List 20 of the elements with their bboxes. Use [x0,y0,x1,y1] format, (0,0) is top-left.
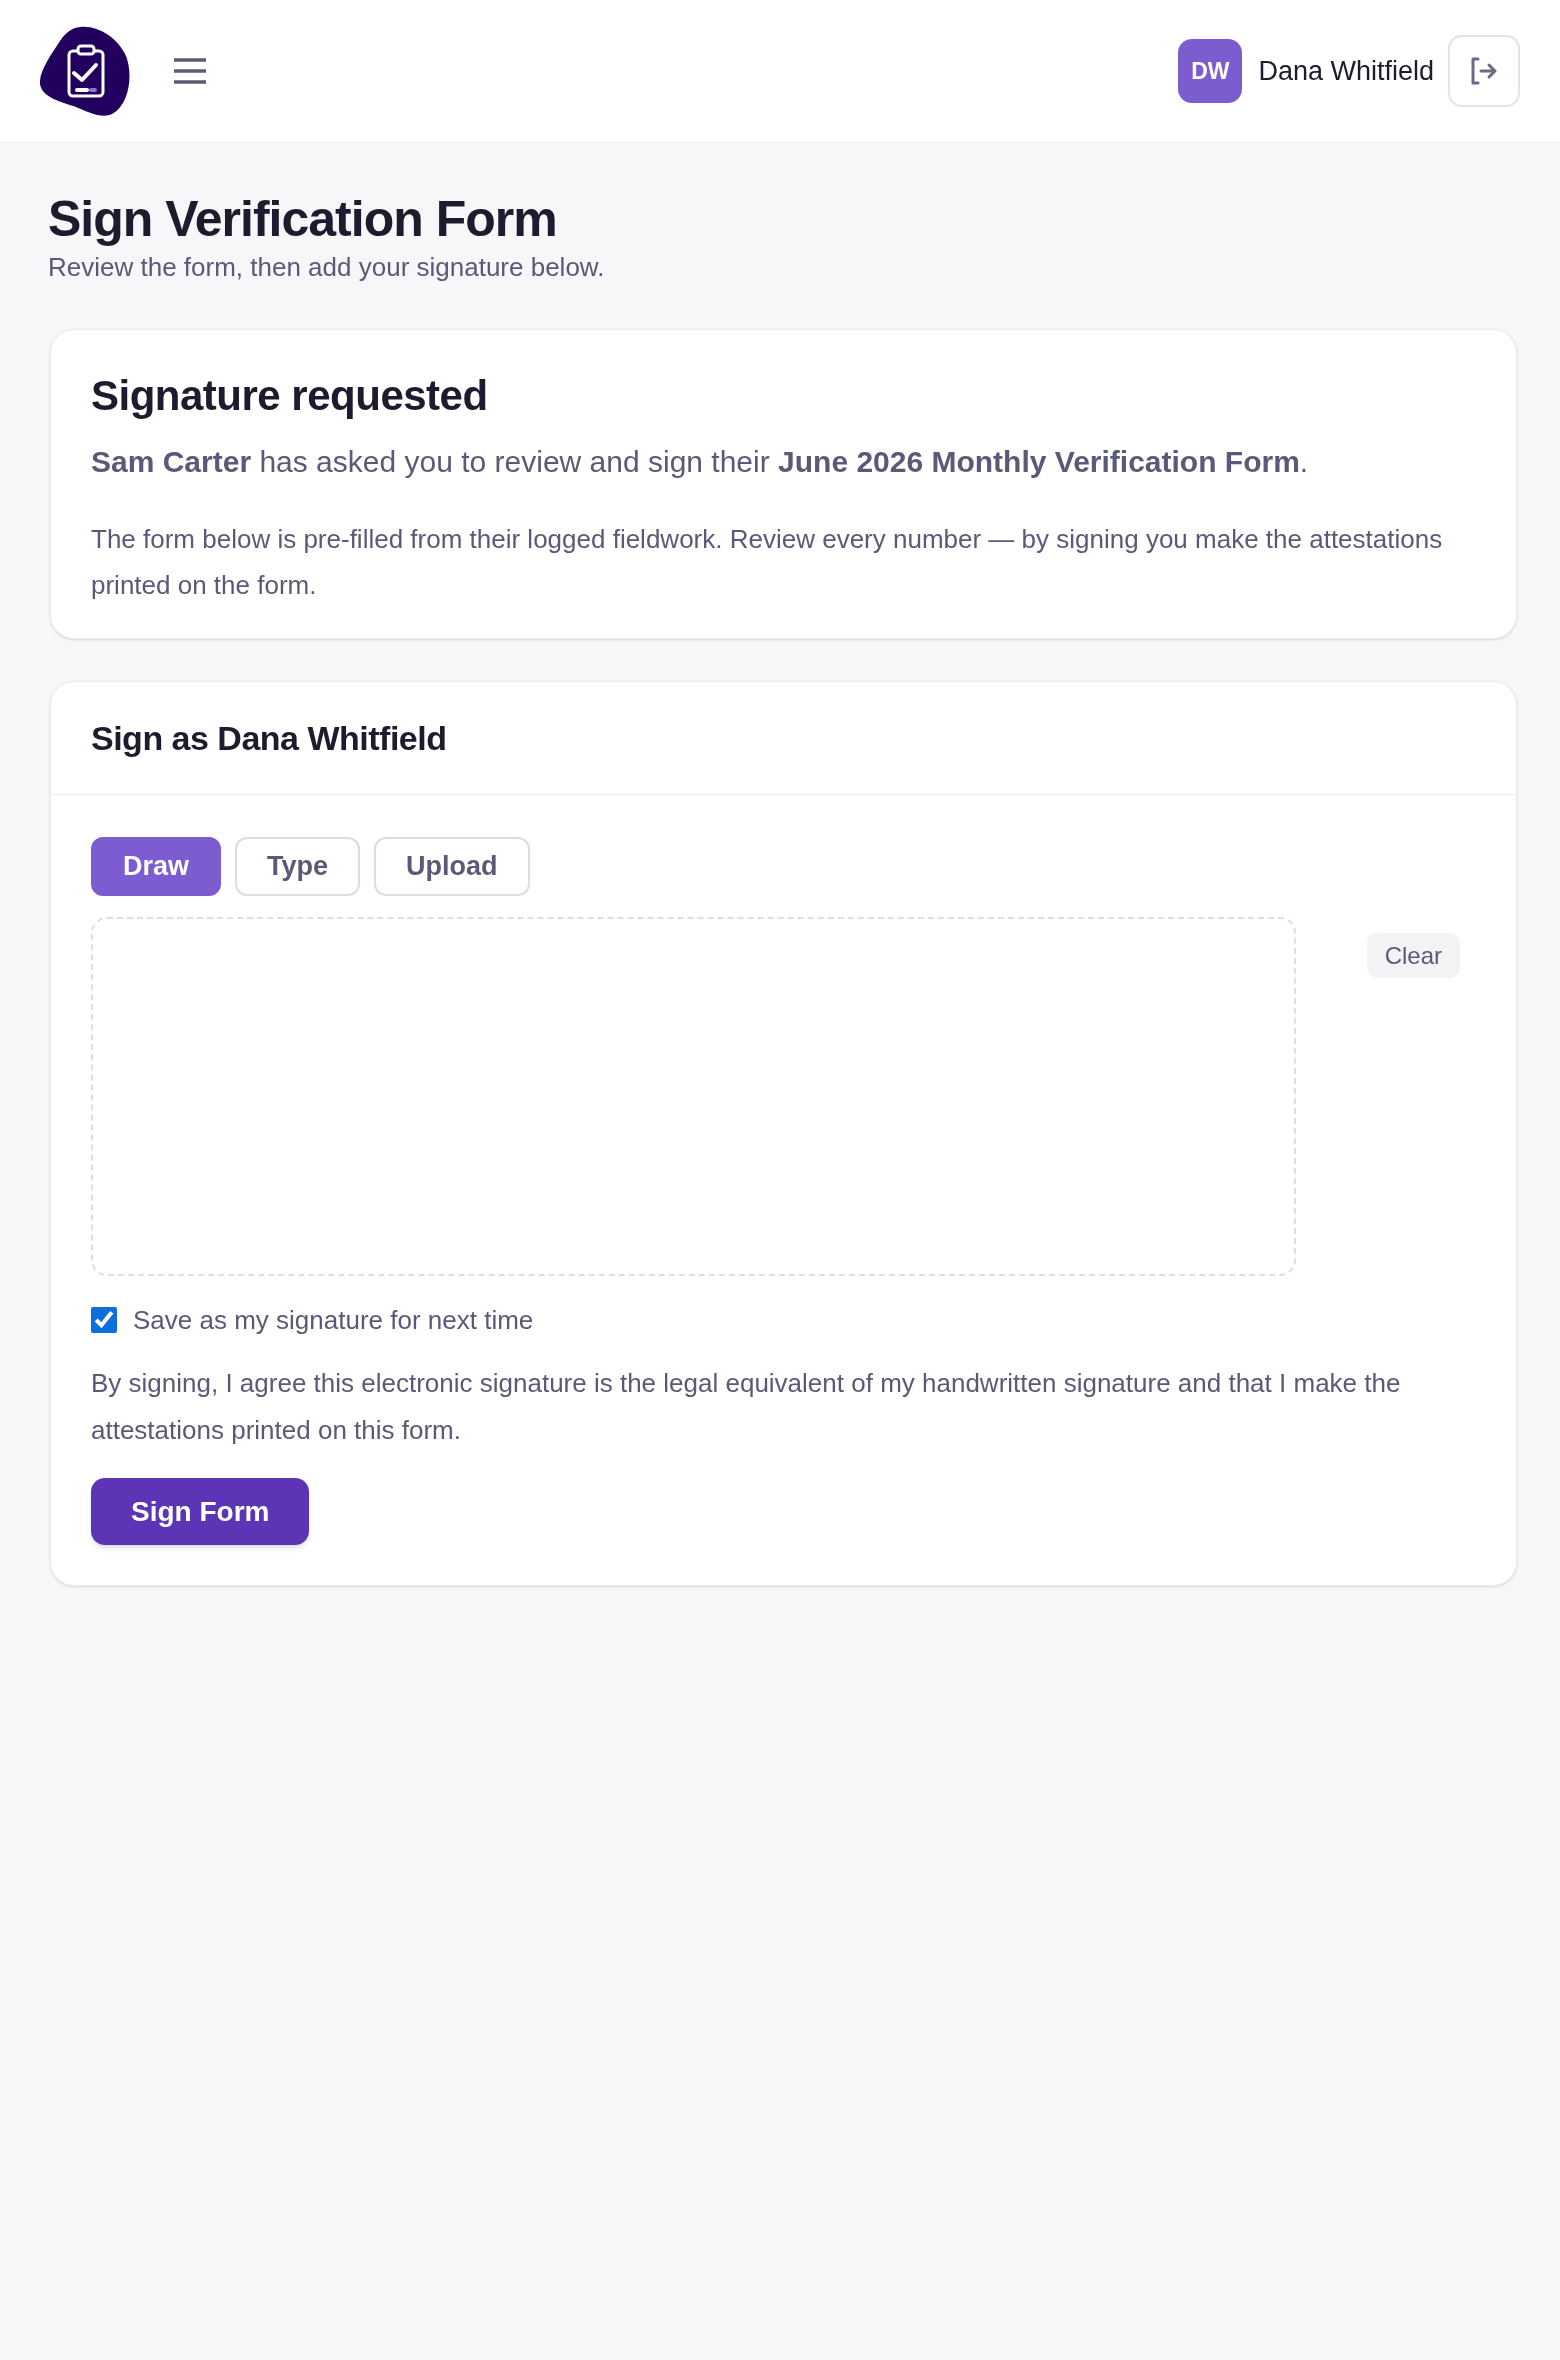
user-name: Dana Whitfield [1258,54,1434,88]
save-signature-checkbox[interactable] [91,1307,117,1333]
consent-text: By signing, I agree this electronic signature is the legal equivalent of my handwritten signature and that I make the attestations printed on this form. [91,1367,1402,1447]
request-note: The form below is pre-filled from their logged fieldwork. Review every number — by signing you make the attestations printed on the form. [91,523,1444,602]
card-title: Signature requested [91,371,489,421]
clipboard-check-logo-icon[interactable] [40,26,130,116]
signature-mode-tab[interactable]: Type [235,837,361,896]
card-title: Sign as Dana Whitfield [91,718,448,759]
request-message: Sam Carter has asked you to review and sign their June 2026 Monthly Verification Form. [91,444,1310,480]
checkbox-label: Save as my signature for next time [133,1303,534,1337]
user-avatar: DW [1178,39,1243,103]
signature-mode-tab[interactable]: Draw [91,837,222,896]
logout-icon [1469,56,1499,86]
menu-icon [173,58,207,84]
signature-mode-tab[interactable]: Upload [374,837,530,896]
sign-form-button[interactable]: Sign Form [91,1478,310,1545]
page-subtitle: Review the form, then add your signature below. [48,251,606,284]
logout-button[interactable] [1448,35,1520,107]
page-title: Sign Verification Form [48,190,558,249]
clear-button[interactable]: Clear [1366,933,1460,978]
